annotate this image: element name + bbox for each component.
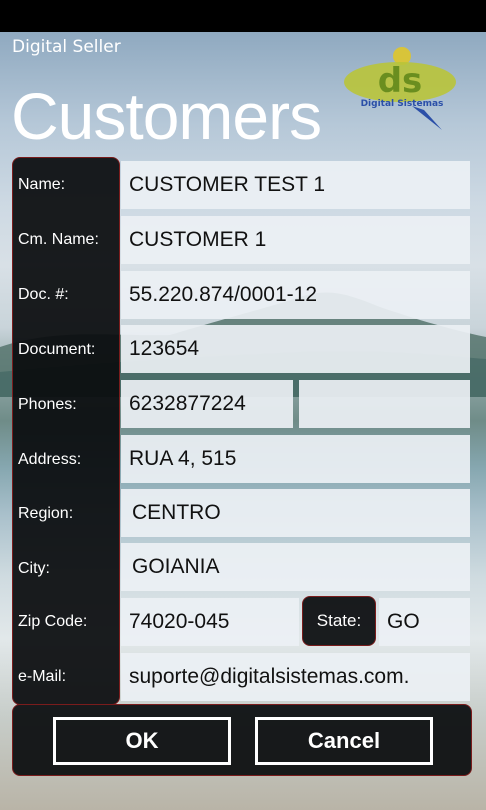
doc-label: Doc. #: (18, 286, 69, 303)
cm-name-field[interactable]: CUSTOMER 1 (121, 216, 470, 264)
button-bar: OK Cancel (12, 704, 472, 776)
page-title: Customers (11, 79, 322, 153)
city-field[interactable]: GOIANIA (121, 543, 470, 591)
email-field[interactable]: suporte@digitalsistemas.com. (121, 653, 470, 701)
state-label: State: (302, 596, 376, 646)
document-label: Document: (18, 341, 96, 358)
ds-logo-icon: ds Digital Sistemas (344, 47, 456, 130)
name-field[interactable]: CUSTOMER TEST 1 (121, 161, 470, 209)
zip-code-label: Zip Code: (18, 613, 88, 630)
phone-field-1[interactable]: 6232877224 (121, 380, 293, 428)
app-name: Digital Seller (12, 37, 121, 57)
region-label: Region: (18, 505, 74, 522)
address-label: Address: (18, 451, 82, 468)
name-label: Name: (18, 176, 66, 193)
zip-code-field[interactable]: 74020-045 (121, 598, 299, 646)
logo-text: Digital Sistemas (361, 99, 444, 109)
document-field[interactable]: 123654 (121, 325, 470, 373)
phone-field-2[interactable] (299, 380, 470, 428)
phones-label: Phones: (18, 396, 77, 413)
cancel-button[interactable]: Cancel (255, 717, 433, 765)
region-field[interactable]: CENTRO (121, 489, 470, 537)
ok-button[interactable]: OK (53, 717, 231, 765)
doc-number-field[interactable]: 55.220.874/0001-12 (121, 271, 470, 319)
address-field[interactable]: RUA 4, 515 (121, 435, 470, 483)
status-bar (0, 0, 486, 32)
city-label: City: (18, 560, 50, 577)
state-field[interactable]: GO (379, 598, 470, 646)
svg-text:ds: ds (378, 61, 423, 101)
email-label: e-Mail: (18, 668, 67, 685)
cm-name-label: Cm. Name: (18, 231, 99, 248)
